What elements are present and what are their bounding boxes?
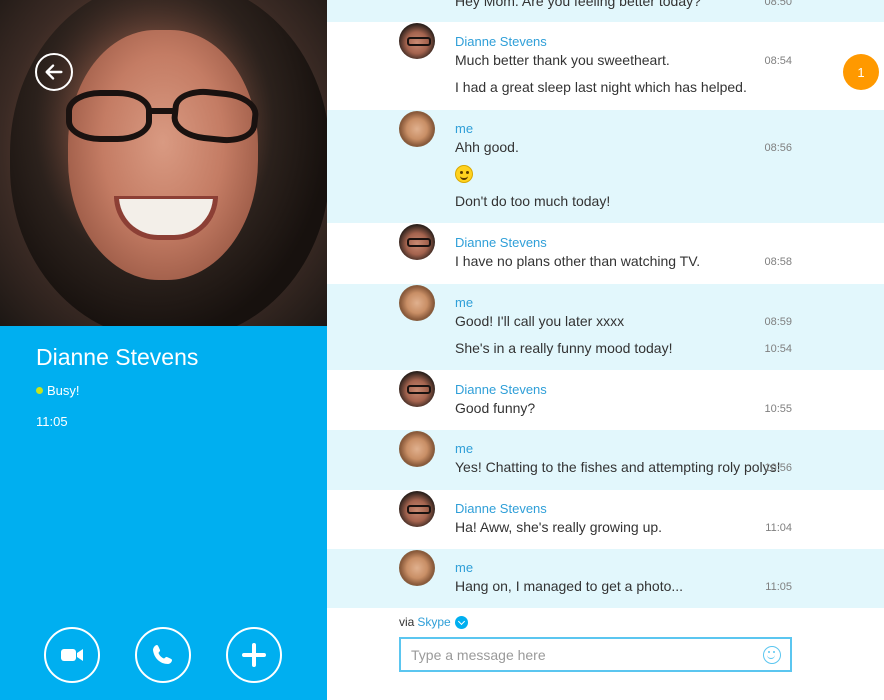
- message-text: Good! I'll call you later xxxx: [455, 313, 625, 329]
- conversation-panel: Hey Mom. Are you feeling better today? 0…: [327, 0, 884, 700]
- message-sender[interactable]: Dianne Stevens: [455, 382, 547, 397]
- message-text: Don't do too much today!: [455, 193, 611, 209]
- message-group: me Hang on, I managed to get a photo... …: [327, 549, 884, 608]
- video-camera-icon: [61, 649, 83, 661]
- message-sender[interactable]: Dianne Stevens: [455, 34, 547, 49]
- add-button[interactable]: [226, 627, 282, 683]
- message-group: me Ahh good. 08:56 Don't do too much tod…: [327, 110, 884, 223]
- message-sender[interactable]: Dianne Stevens: [455, 501, 547, 516]
- message-time: 08:56: [764, 142, 792, 154]
- phone-icon: [153, 645, 172, 664]
- message-text: Hey Mom. Are you feeling better today?: [455, 0, 701, 9]
- message-text: Good funny?: [455, 400, 536, 416]
- contact-local-time: 11:05: [36, 414, 68, 429]
- message-group: me Yes! Chatting to the fishes and attem…: [327, 430, 884, 490]
- smile-emoticon-icon: [455, 165, 473, 183]
- message-text: Yes! Chatting to the fishes and attempti…: [455, 459, 781, 475]
- avatar[interactable]: [399, 550, 435, 586]
- contact-name: Dianne Stevens: [36, 344, 199, 370]
- message-text: I had a great sleep last night which has…: [455, 79, 747, 95]
- message-sender[interactable]: me: [455, 295, 473, 310]
- message-sender[interactable]: me: [455, 560, 473, 575]
- emoticon-picker-icon[interactable]: [763, 646, 781, 664]
- message-input[interactable]: [411, 645, 751, 665]
- message-text: She's in a really funny mood today!: [455, 340, 673, 356]
- message-time: 08:58: [764, 256, 792, 268]
- voice-call-button[interactable]: [135, 627, 191, 683]
- message-group: Dianne Stevens Good funny? 10:55: [327, 370, 884, 430]
- plus-icon: [242, 643, 266, 667]
- contact-panel: Dianne Stevens Busy! 11:05: [0, 0, 327, 700]
- back-button[interactable]: [35, 53, 73, 91]
- presence-dot-icon: [36, 387, 43, 394]
- message-time: 11:05: [765, 581, 792, 593]
- chevron-down-icon[interactable]: [454, 615, 468, 629]
- avatar[interactable]: [399, 111, 435, 147]
- message-group: Dianne Stevens Much better thank you swe…: [327, 22, 884, 110]
- message-text: Ha! Aww, she's really growing up.: [455, 519, 663, 535]
- message-sender[interactable]: Dianne Stevens: [455, 235, 547, 250]
- presence-status: Busy!: [36, 383, 80, 398]
- message-text: Much better thank you sweetheart.: [455, 52, 670, 68]
- back-arrow-icon: [45, 64, 63, 80]
- unread-count-badge[interactable]: 1: [843, 54, 879, 90]
- contact-photo: [0, 0, 327, 326]
- avatar[interactable]: [399, 371, 435, 407]
- via-label: via: [399, 615, 415, 629]
- message-text: I have no plans other than watching TV.: [455, 253, 701, 269]
- message-group: Hey Mom. Are you feeling better today? 0…: [327, 0, 884, 22]
- message-time: 10:56: [764, 462, 792, 474]
- avatar[interactable]: [399, 224, 435, 260]
- message-group: me Good! I'll call you later xxxx 08:59 …: [327, 284, 884, 370]
- message-text: Ahh good.: [455, 139, 519, 155]
- message-time: 11:04: [765, 522, 792, 534]
- avatar[interactable]: [399, 23, 435, 59]
- message-sender[interactable]: me: [455, 441, 473, 456]
- message-time: 10:54: [764, 343, 792, 355]
- avatar[interactable]: [399, 431, 435, 467]
- avatar[interactable]: [399, 491, 435, 527]
- message-text: Hang on, I managed to get a photo...: [455, 578, 684, 594]
- message-group: Dianne Stevens I have no plans other tha…: [327, 223, 884, 284]
- message-time: 08:54: [764, 55, 792, 67]
- message-group: Dianne Stevens Ha! Aww, she's really gro…: [327, 490, 884, 549]
- message-time: 08:59: [764, 316, 792, 328]
- video-call-button[interactable]: [44, 627, 100, 683]
- presence-status-label: Busy!: [47, 383, 80, 398]
- message-time: 10:55: [764, 403, 792, 415]
- avatar[interactable]: [399, 285, 435, 321]
- message-time: 08:50: [764, 0, 792, 8]
- message-sender[interactable]: me: [455, 121, 473, 136]
- message-composer[interactable]: [399, 637, 792, 672]
- via-service-name[interactable]: Skype: [417, 615, 450, 629]
- via-service-selector[interactable]: via Skype: [399, 615, 468, 629]
